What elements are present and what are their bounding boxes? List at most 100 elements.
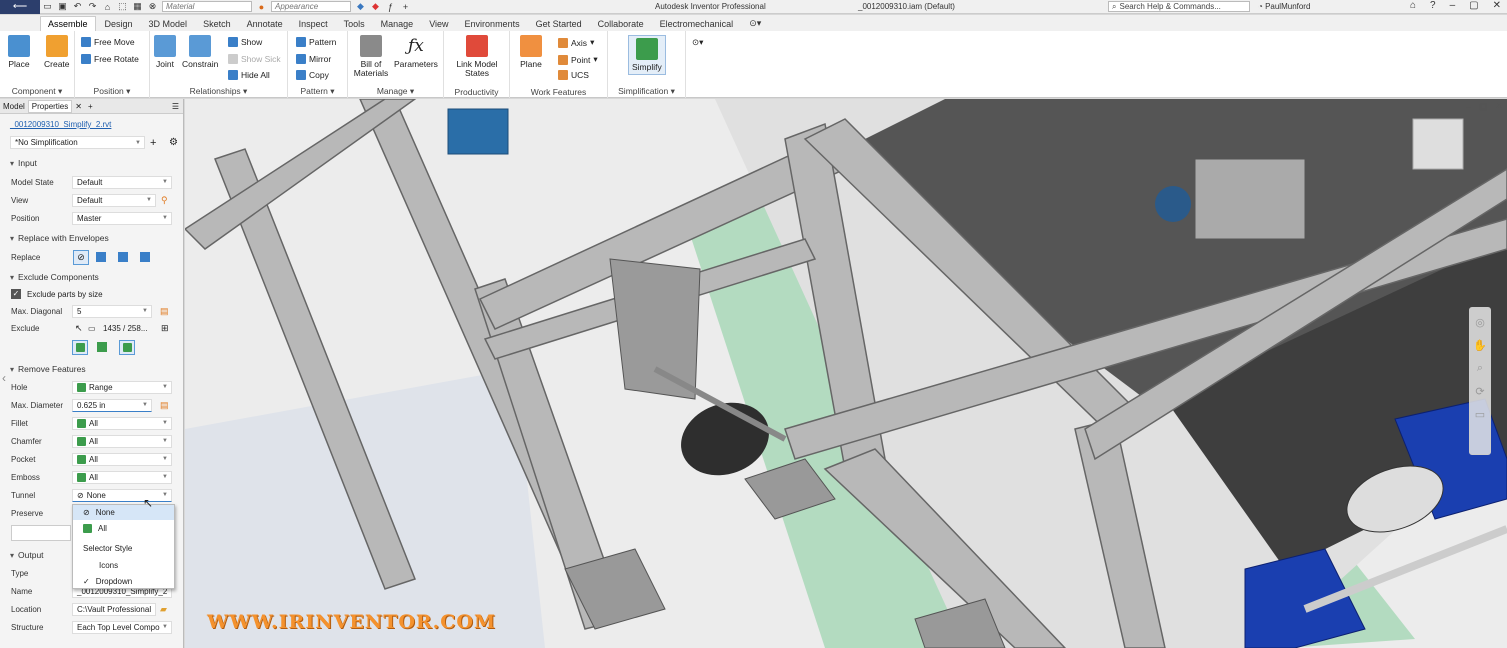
hole-select[interactable]: Range ▼ [72,380,172,394]
group-manage-label[interactable]: Manage ▾ [348,86,443,97]
tab-environments[interactable]: Environments [458,17,527,31]
link-icon[interactable]: ⚲ [161,195,168,206]
save-icon[interactable]: ▣ [57,1,68,12]
cart-icon[interactable]: ⌂ [1410,0,1416,11]
group-component-label[interactable]: Component ▾ [0,86,74,97]
select-icon[interactable]: ⬚ [117,1,128,12]
zoom-icon[interactable]: ⌕ [1477,362,1483,375]
tab-manage[interactable]: Manage [374,17,421,31]
simplify-button[interactable]: Simplify [628,35,666,75]
look-at-icon[interactable]: ▭ [1475,408,1485,421]
pan-icon[interactable]: ✋ [1473,339,1487,352]
dropdown-item-all[interactable]: All [73,521,174,536]
tab-tools[interactable]: Tools [337,17,372,31]
bom-button[interactable]: Bill of Materials [352,35,390,78]
free-rotate-button[interactable]: Free Rotate [81,54,139,64]
tab-annotate[interactable]: Annotate [240,17,290,31]
search-help-input[interactable]: ⌕ Search Help & Commands... [1108,1,1250,12]
mirror-button[interactable]: Mirror [296,54,331,64]
viewport-minimize-icon[interactable]: – [1466,101,1471,112]
material-select[interactable]: Material [162,1,252,12]
measure-diagonal-icon[interactable]: ▤ [160,306,169,317]
undo-icon[interactable]: ↶ [72,1,83,12]
measure-icon[interactable]: ⊗ [147,1,158,12]
minimize-icon[interactable]: – [1450,0,1456,11]
fx-icon[interactable]: ƒ [385,2,396,12]
plane-button[interactable]: Plane [520,35,542,69]
copy-button[interactable]: Copy [296,70,329,80]
steering-wheel-icon[interactable]: ◎ [1475,316,1485,329]
exclude-by-size-checkbox[interactable]: ✓ [11,289,21,299]
exclude-table-icon[interactable]: ⊞ [161,323,169,334]
close-icon[interactable]: ✕ [1493,0,1501,11]
point-button[interactable]: Point ▾ [558,54,598,65]
panel-menu-icon[interactable]: ☰ [172,102,179,111]
exclude-all-icon[interactable] [72,339,88,355]
tab-assemble[interactable]: Assemble [40,16,96,31]
dropdown-item-icons[interactable]: Icons [73,558,174,573]
exclude-parts-icon[interactable] [97,342,107,352]
ribbon-options-icon[interactable]: ⊙▾ [742,16,768,31]
model-state-select[interactable]: Default ▼ [72,175,172,189]
open-icon[interactable]: ▭ [42,1,53,12]
replace-none-icon[interactable]: ⊘ [73,249,89,265]
hide-all-button[interactable]: Hide All [228,70,270,80]
fillet-select[interactable]: All ▼ [72,416,172,430]
clear-appearance-icon[interactable]: ◆ [370,1,381,12]
tab-properties[interactable]: Properties [27,99,73,113]
position-select[interactable]: Master ▼ [72,211,172,225]
section-exclude-components[interactable]: Exclude Components [0,270,184,284]
axis-button[interactable]: Axis ▾ [558,37,594,48]
redo-icon[interactable]: ↷ [87,1,98,12]
location-input[interactable]: C:\Vault Professional [72,602,156,616]
orbit-icon[interactable]: ⟳ [1475,385,1484,398]
maximize-icon[interactable]: ▢ [1469,0,1478,11]
group-pattern-label[interactable]: Pattern ▾ [288,86,347,97]
tab-sketch[interactable]: Sketch [196,17,238,31]
free-move-button[interactable]: Free Move [81,37,135,47]
max-diameter-input[interactable]: 0.625 in ▼ [72,398,152,412]
update-icon[interactable]: ▦ [132,1,143,12]
tab-get-started[interactable]: Get Started [529,17,589,31]
tunnel-select[interactable]: ⊘ None ▼ [72,488,172,502]
viewport-close-icon[interactable]: ✕ [1495,101,1503,112]
pattern-button[interactable]: Pattern [296,37,336,47]
preserve-list-box[interactable] [11,525,71,541]
link-model-states-button[interactable]: Link Model States [452,35,502,78]
section-replace-envelopes[interactable]: Replace with Envelopes [0,231,184,245]
max-diagonal-input[interactable]: 5 ▼ [72,304,152,318]
group-position-label[interactable]: Position ▾ [75,86,149,97]
pocket-select[interactable]: All ▼ [72,452,172,466]
add-simplification-icon[interactable]: + [150,137,156,149]
add-tab-icon[interactable]: + [85,101,96,112]
collapse-panel-arrow-icon[interactable]: ‹ [2,371,6,385]
measure-diameter-icon[interactable]: ▤ [160,400,169,411]
color-override-icon[interactable]: ◆ [355,1,366,12]
viewport-restore-icon[interactable]: ▣ [1479,101,1488,112]
show-button[interactable]: Show [228,37,262,47]
settings-gear-icon[interactable]: ⚙ [169,137,178,148]
help-icon[interactable]: ? [1430,0,1436,11]
appearance-select[interactable]: Appearance [271,1,351,12]
ucs-button[interactable]: UCS [558,70,589,80]
replace-box-icon[interactable] [96,252,106,262]
create-button[interactable]: Create [44,35,70,69]
user-account[interactable]: ◔ PaulMunford [1258,2,1310,11]
tab-electromechanical[interactable]: Electromechanical [653,17,741,31]
section-input[interactable]: Input [0,156,184,170]
home-icon[interactable]: ⌂ [102,2,113,12]
dropdown-item-dropdown[interactable]: ✓ Dropdown [73,574,174,589]
dropdown-item-none[interactable]: ⊘ None [73,505,174,520]
section-remove-features[interactable]: Remove Features [0,362,184,376]
show-sick-button[interactable]: Show Sick [228,54,281,64]
tab-model[interactable]: Model [0,101,28,112]
tab-design[interactable]: Design [98,17,140,31]
close-tab-icon[interactable]: ✕ [72,101,85,112]
joint-button[interactable]: Joint [154,35,176,69]
file-menu-button[interactable]: ⟵ [0,0,40,14]
emboss-select[interactable]: All ▼ [72,470,172,484]
graphics-viewport[interactable]: ◎ ✋ ⌕ ⟳ ▭ – ▣ ✕ [185,99,1507,648]
group-relationships-label[interactable]: Relationships ▾ [150,86,287,97]
simplification-select[interactable]: *No Simplification ▼ [10,136,145,149]
ribbon-extra-button[interactable]: ⊙▾ [692,37,703,48]
